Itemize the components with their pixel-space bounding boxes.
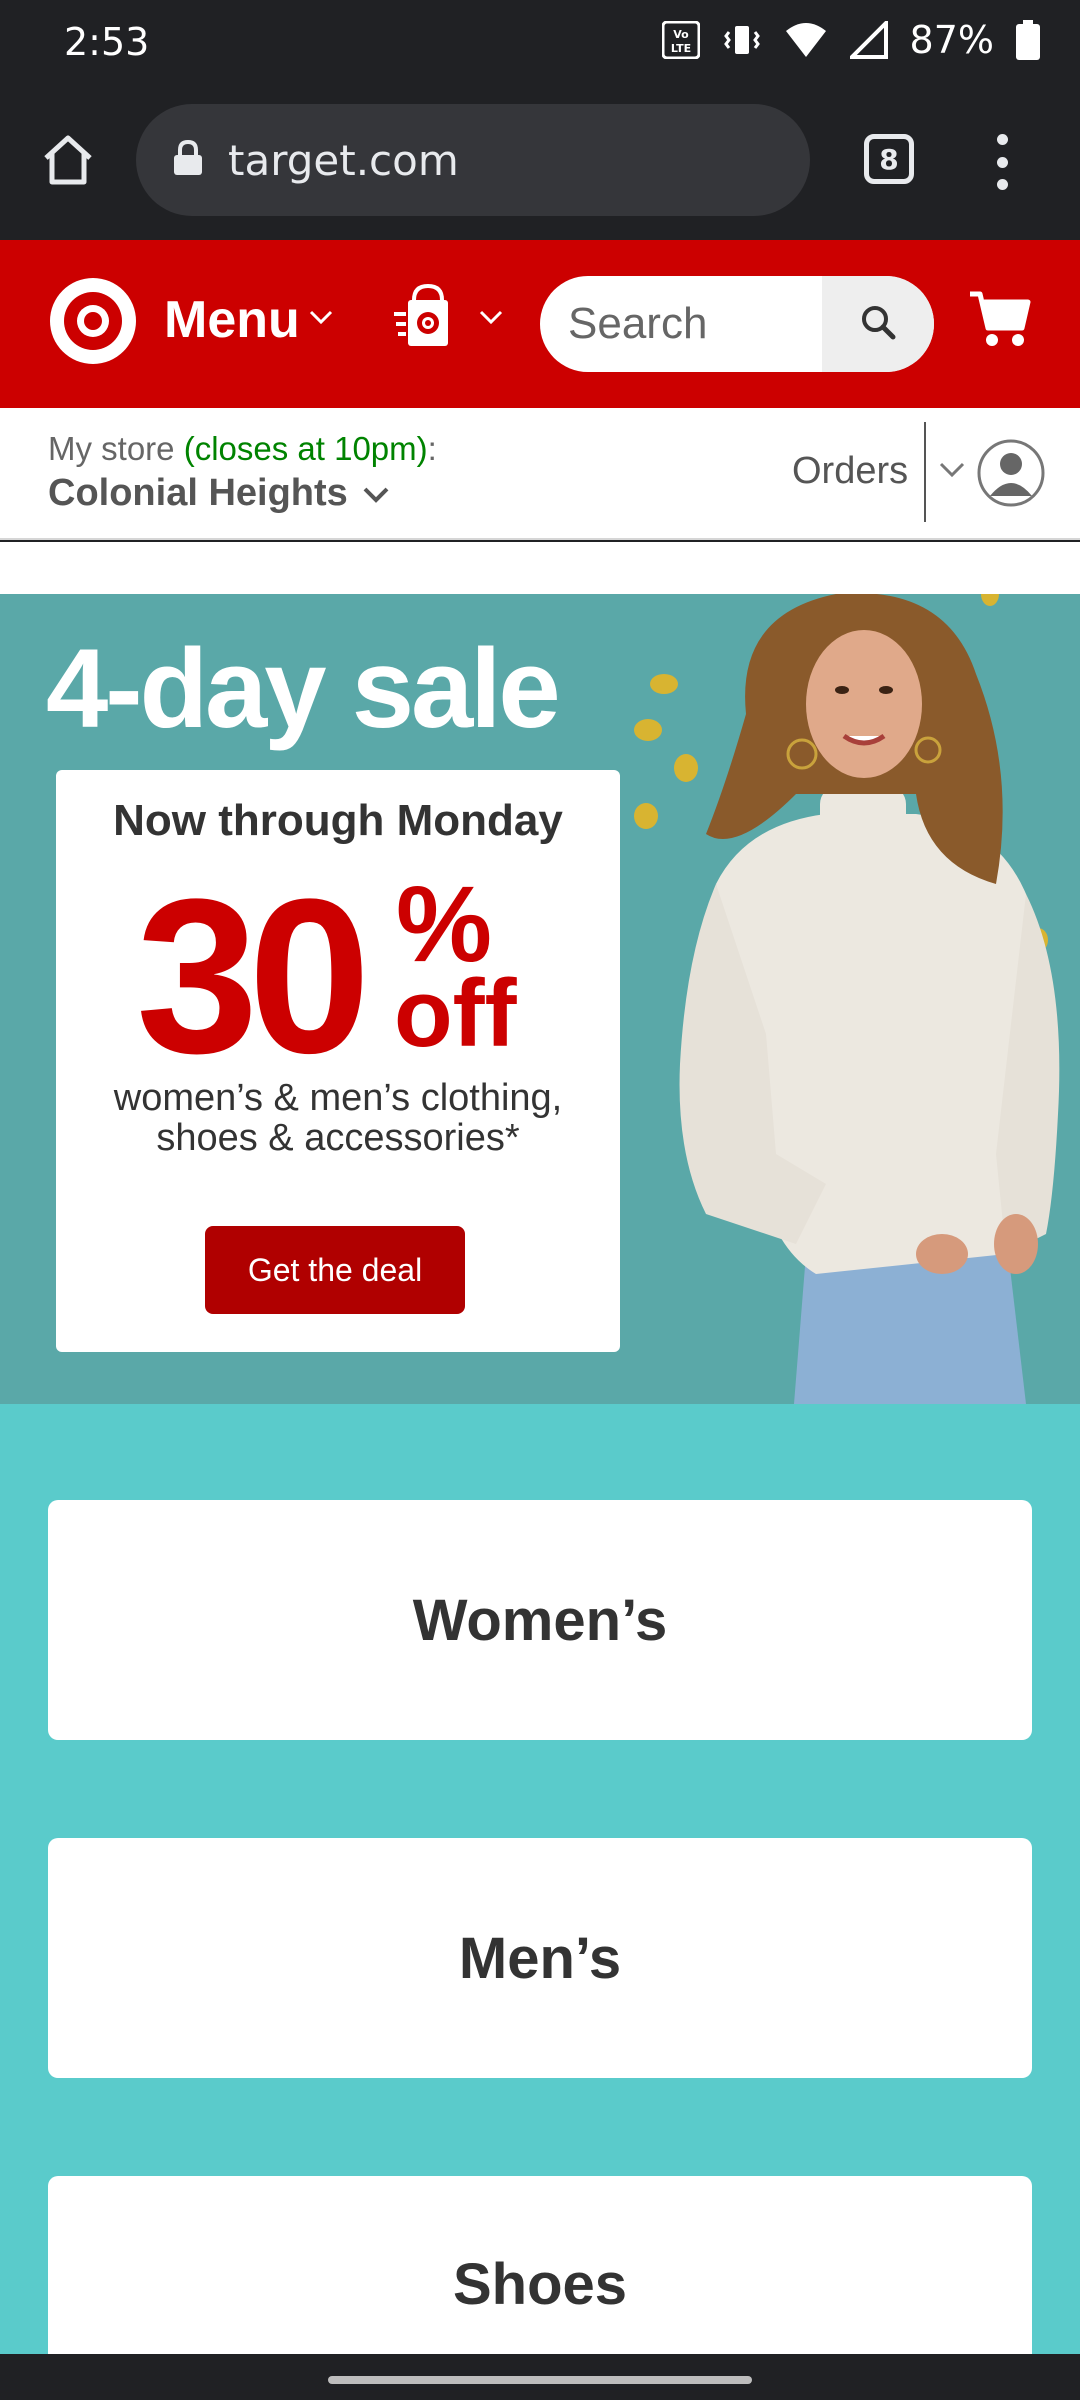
hero-top-strip xyxy=(0,542,1080,594)
deal-description: women’s & men’s clothing, shoes & access… xyxy=(56,1078,620,1158)
store-selector[interactable]: Colonial Heights xyxy=(48,472,390,515)
target-logo-icon[interactable] xyxy=(48,276,138,366)
store-colon: : xyxy=(427,430,437,467)
discount-number: 30 xyxy=(136,853,371,1099)
chevron-down-icon xyxy=(362,472,390,515)
status-bar: 2:53 Vo LTE 87% xyxy=(0,0,1080,92)
browser-toolbar: target.com 8 xyxy=(0,92,1080,240)
url-text: target.com xyxy=(228,135,459,185)
hero-banner[interactable]: 4-day sale Now through Monday 30 % off w… xyxy=(0,594,1080,1404)
chevron-down-icon[interactable] xyxy=(938,460,966,485)
category-card-mens[interactable]: Men’s xyxy=(48,1838,1032,2078)
store-bar: My store (closes at 10pm): Colonial Heig… xyxy=(0,408,1080,540)
status-time: 2:53 xyxy=(64,20,150,64)
search-input[interactable] xyxy=(540,276,820,372)
svg-text:Vo: Vo xyxy=(673,28,689,41)
deal-subtitle: Now through Monday xyxy=(113,796,563,845)
account-avatar-icon[interactable] xyxy=(976,438,1046,508)
divider xyxy=(924,422,926,522)
chevron-down-icon[interactable] xyxy=(478,308,504,331)
search-icon xyxy=(858,302,898,347)
category-card-womens[interactable]: Women’s xyxy=(48,1500,1032,1740)
get-deal-button[interactable]: Get the deal xyxy=(205,1226,465,1314)
menu-button[interactable]: Menu xyxy=(164,290,300,350)
vibrate-icon xyxy=(722,20,762,60)
store-bag-icon[interactable] xyxy=(394,282,464,357)
cart-icon[interactable] xyxy=(968,288,1032,355)
home-icon[interactable] xyxy=(36,128,100,192)
deal-card: Now through Monday 30 % off women’s & me… xyxy=(56,770,620,1352)
volte-icon: Vo LTE xyxy=(661,21,700,59)
site-header: Menu xyxy=(0,240,1080,408)
category-card-shoes[interactable]: Shoes xyxy=(48,2176,1032,2354)
lock-icon xyxy=(172,139,204,181)
chevron-down-icon[interactable] xyxy=(308,308,334,331)
model-photo xyxy=(596,594,1060,1404)
deal-description-line1: women’s & men’s clothing, xyxy=(113,1077,563,1119)
search-bar xyxy=(540,276,934,372)
svg-text:LTE: LTE xyxy=(670,42,690,55)
battery-icon xyxy=(1016,20,1040,60)
tab-switcher-button[interactable]: 8 xyxy=(864,134,914,184)
store-name: Colonial Heights xyxy=(48,472,348,514)
my-store-text: My store xyxy=(48,430,184,467)
signal-icon xyxy=(849,21,888,59)
search-button[interactable] xyxy=(822,276,934,372)
battery-percent: 87% xyxy=(909,18,994,62)
discount-off: off xyxy=(394,960,517,1067)
hero-title: 4-day sale xyxy=(46,626,561,751)
more-options-icon[interactable] xyxy=(982,130,1022,194)
address-bar[interactable]: target.com xyxy=(136,104,810,216)
system-nav-bar xyxy=(0,2354,1080,2400)
status-icons: Vo LTE 87% xyxy=(661,18,1040,62)
my-store-label: My store (closes at 10pm): xyxy=(48,430,437,468)
gesture-handle[interactable] xyxy=(328,2376,752,2384)
store-hours: (closes at 10pm) xyxy=(183,430,428,467)
orders-link[interactable]: Orders xyxy=(792,450,908,493)
deal-description-line2: shoes & accessories* xyxy=(156,1117,520,1159)
category-list: Women’s Men’s Shoes xyxy=(0,1404,1080,2354)
wifi-icon xyxy=(784,21,828,59)
